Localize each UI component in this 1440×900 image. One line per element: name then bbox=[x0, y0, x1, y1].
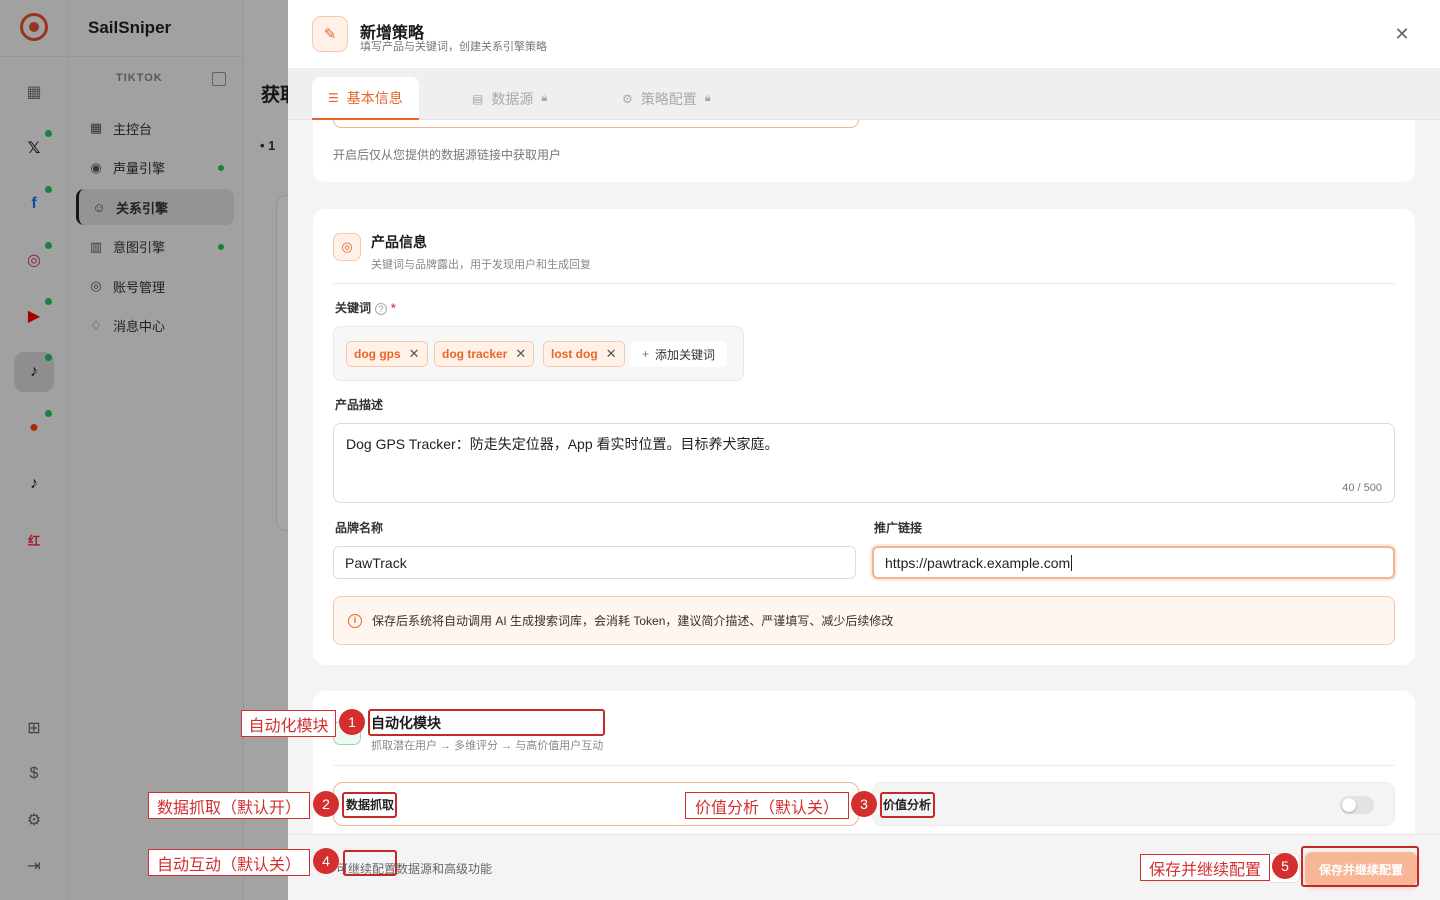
brand-name-label: 品牌名称 bbox=[335, 521, 384, 535]
annotation-label-4: 自动互动（默认关） bbox=[148, 849, 310, 876]
remove-keyword-icon[interactable]: ✕ bbox=[606, 346, 617, 362]
keyword-text: dog tracker bbox=[442, 347, 508, 361]
notice-text: 保存后系统将自动调用 AI 生成搜索词库，会消耗 Token，建议简介描述、严谨… bbox=[372, 614, 894, 628]
section-divider bbox=[333, 765, 1395, 766]
add-keyword-label: 添加关键词 bbox=[655, 347, 716, 362]
source-option-box[interactable] bbox=[333, 120, 859, 128]
ai-token-notice: i 保存后系统将自动调用 AI 生成搜索词库，会消耗 Token，建议简介描述、… bbox=[333, 596, 1395, 645]
tab-data-source[interactable]: ▤ 数据源 🔒︎ bbox=[456, 77, 563, 120]
help-icon[interactable]: ? bbox=[375, 303, 388, 315]
section-title: 产品信息 bbox=[371, 234, 427, 250]
annotation-box-4 bbox=[343, 850, 397, 876]
annotation-label-3: 价值分析（默认关） bbox=[685, 792, 849, 819]
input-value: https://pawtrack.example.com bbox=[885, 554, 1071, 571]
sliders-icon: ☰ bbox=[328, 90, 339, 105]
keyword-chip: dog tracker ✕ bbox=[434, 341, 535, 367]
textarea-value: Dog GPS Tracker：防走失定位器，App 看实时位置。目标养犬家庭。 bbox=[346, 436, 779, 452]
lock-icon: 🔒︎ bbox=[541, 92, 548, 104]
text-caret bbox=[1071, 554, 1073, 571]
tab-label: 基本信息 bbox=[346, 89, 403, 106]
annotation-box-2 bbox=[342, 792, 397, 818]
data-source-card: 开启后仅从您提供的数据源链接中获取用户 bbox=[313, 120, 1415, 182]
new-strategy-drawer: ✎ 新增策略 填写产品与关键词，创建关系引擎策略 ✕ ☰ 基本信息 ▤ 数据源 … bbox=[288, 0, 1440, 900]
drawer-subtitle: 填写产品与关键词，创建关系引擎策略 bbox=[360, 41, 547, 53]
promo-link-label: 推广链接 bbox=[874, 521, 923, 535]
edit-icon: ✎ bbox=[312, 16, 348, 52]
char-counter: 40 / 500 bbox=[1342, 482, 1382, 494]
annotation-number-4: 4 bbox=[313, 848, 339, 874]
annotation-number-1: 1 bbox=[339, 709, 365, 735]
info-icon: i bbox=[348, 613, 362, 628]
annotation-label-1: 自动化模块 bbox=[241, 710, 336, 737]
annotation-box-3 bbox=[880, 792, 935, 818]
tab-strategy-config[interactable]: ⚙ 策略配置 🔒︎ bbox=[606, 77, 727, 120]
annotation-number-2: 2 bbox=[313, 791, 339, 817]
section-divider bbox=[333, 283, 1395, 284]
remove-keyword-icon[interactable]: ✕ bbox=[409, 346, 420, 362]
lock-icon: 🔒︎ bbox=[704, 92, 711, 104]
section-subtitle: 抓取潜在用户 → 多维评分 → 与高价值用户互动 bbox=[371, 740, 604, 752]
keyword-chip: dog gps ✕ bbox=[346, 341, 428, 367]
input-value: PawTrack bbox=[345, 554, 407, 571]
product-desc-label: 产品描述 bbox=[335, 398, 384, 412]
drawer-header: ✎ 新增策略 填写产品与关键词，创建关系引擎策略 ✕ bbox=[288, 0, 1440, 68]
promo-link-input[interactable]: https://pawtrack.example.com bbox=[872, 546, 1395, 579]
tab-basic-info[interactable]: ☰ 基本信息 bbox=[312, 77, 419, 120]
value-analysis-toggle[interactable] bbox=[1340, 796, 1374, 814]
annotation-box-1 bbox=[368, 709, 605, 736]
database-icon: ▤ bbox=[472, 91, 484, 106]
plus-icon: + bbox=[642, 347, 650, 361]
annotation-label-2: 数据抓取（默认开） bbox=[148, 792, 310, 819]
required-mark: * bbox=[391, 301, 396, 315]
gear-icon: ⚙ bbox=[622, 91, 633, 106]
annotation-number-5: 5 bbox=[1272, 853, 1298, 879]
annotation-number-3: 3 bbox=[851, 791, 877, 817]
brand-name-input[interactable]: PawTrack bbox=[333, 546, 856, 579]
annotation-box-5 bbox=[1301, 846, 1419, 887]
keywords-label: 关键词? * bbox=[335, 299, 396, 316]
close-icon[interactable]: ✕ bbox=[1390, 22, 1414, 46]
keyword-chip: lost dog ✕ bbox=[543, 341, 625, 367]
target-icon: ◎ bbox=[333, 233, 361, 261]
tab-label: 策略配置 bbox=[640, 90, 697, 107]
keyword-text: lost dog bbox=[551, 347, 598, 361]
add-keyword-button[interactable]: + 添加关键词 bbox=[630, 341, 728, 367]
label-text: 关键词 bbox=[335, 301, 372, 315]
source-hint-text: 开启后仅从您提供的数据源链接中获取用户 bbox=[333, 148, 562, 162]
value-analysis-module[interactable]: 价值分析 bbox=[872, 782, 1395, 826]
product-desc-textarea[interactable]: Dog GPS Tracker：防走失定位器，App 看实时位置。目标养犬家庭。… bbox=[333, 423, 1395, 503]
drawer-tabs: ☰ 基本信息 ▤ 数据源 🔒︎ ⚙ 策略配置 🔒︎ bbox=[288, 68, 1440, 120]
section-subtitle: 关键词与品牌露出，用于发现用户和生成回复 bbox=[371, 259, 591, 271]
tab-label: 数据源 bbox=[491, 90, 534, 107]
remove-keyword-icon[interactable]: ✕ bbox=[515, 346, 526, 362]
keyword-text: dog gps bbox=[354, 347, 401, 361]
annotation-label-5: 保存并继续配置 bbox=[1140, 854, 1270, 881]
keywords-input[interactable]: dog gps ✕ dog tracker ✕ lost dog ✕ + 添加关键词 bbox=[333, 326, 744, 381]
product-info-card: ◎ 产品信息 关键词与品牌露出，用于发现用户和生成回复 关键词? * dog gp… bbox=[313, 209, 1415, 665]
